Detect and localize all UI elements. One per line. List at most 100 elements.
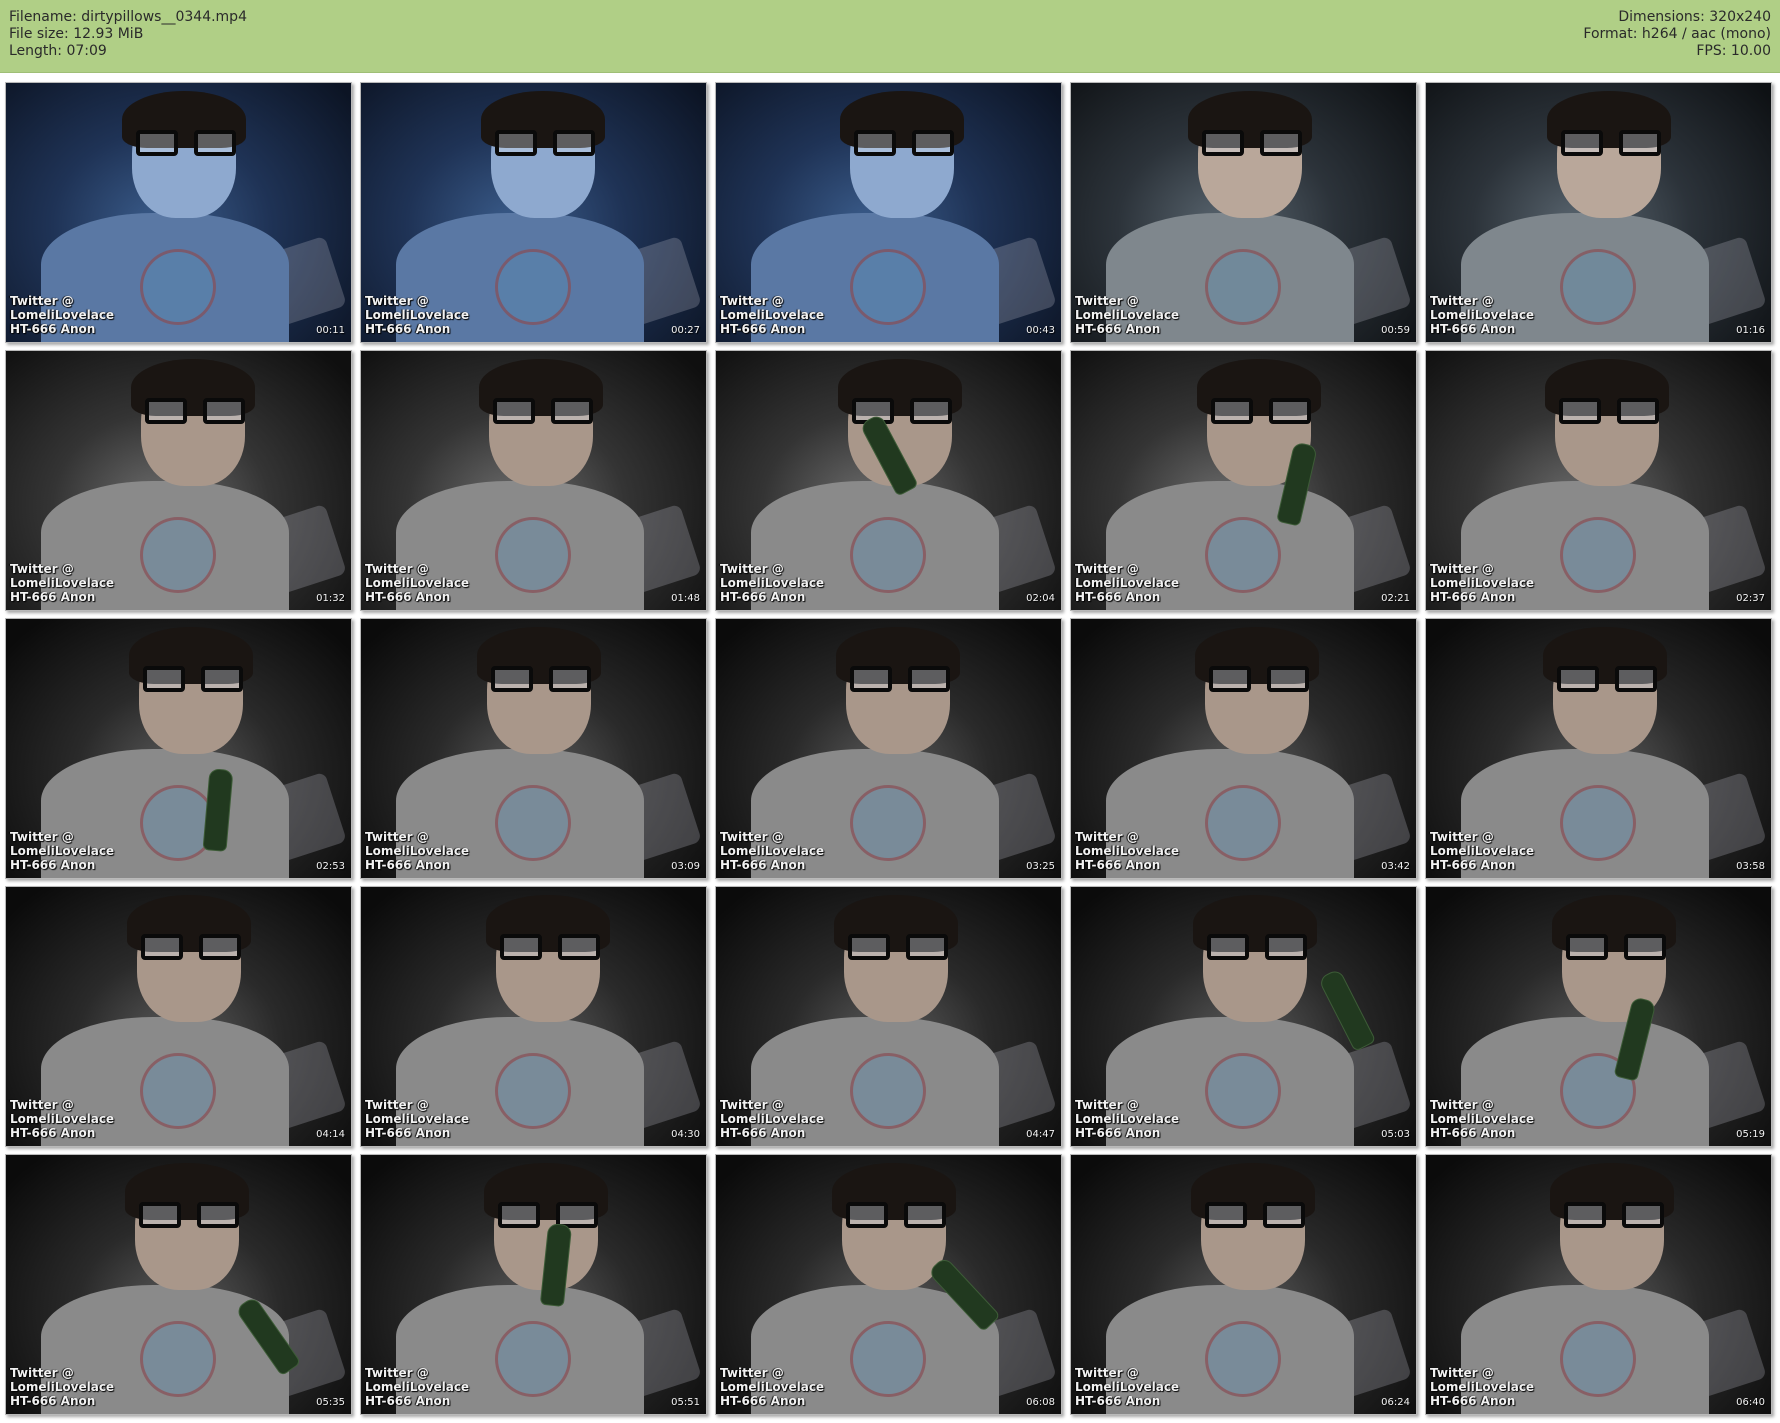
video-thumbnail: Twitter @ LomeliLovelace HT-666 Anon 01:48 (360, 350, 707, 611)
watermark-line-3: HT-666 Anon (10, 322, 96, 336)
glasses-shape (1565, 933, 1666, 960)
watermark-line-3: HT-666 Anon (1430, 590, 1516, 604)
shirt-logo (1559, 1320, 1636, 1397)
shirt-logo (1204, 1052, 1281, 1129)
watermark-line-2: LomeliLovelace (1430, 308, 1535, 322)
watermark-line-1: Twitter @ (1075, 1366, 1139, 1380)
glasses-shape (1560, 129, 1661, 156)
video-thumbnail: Twitter @ LomeliLovelace HT-666 Anon 03:42 (1070, 618, 1417, 879)
shirt-logo (1559, 248, 1636, 325)
timestamp-label: 04:30 (671, 1129, 700, 1140)
watermark-caption: Twitter @ LomeliLovelace HT-666 Anon (1430, 1366, 1534, 1408)
shirt-logo (494, 1320, 571, 1397)
watermark-line-2: LomeliLovelace (1430, 1112, 1535, 1126)
watermark-line-2: LomeliLovelace (365, 1112, 470, 1126)
video-thumbnail: Twitter @ LomeliLovelace HT-666 Anon 02:53 (5, 618, 352, 879)
timestamp-label: 06:08 (1026, 1397, 1055, 1408)
watermark-line-1: Twitter @ (365, 1098, 429, 1112)
watermark-line-2: LomeliLovelace (10, 576, 115, 590)
watermark-line-1: Twitter @ (1075, 830, 1139, 844)
watermark-line-3: HT-666 Anon (720, 322, 806, 336)
watermark-caption: Twitter @ LomeliLovelace HT-666 Anon (10, 294, 114, 336)
video-thumbnail: Twitter @ LomeliLovelace HT-666 Anon 05:35 (5, 1154, 352, 1415)
file-size-label: File size: 12.93 MiB (9, 26, 144, 42)
video-thumbnail: Twitter @ LomeliLovelace HT-666 Anon 06:08 (715, 1154, 1062, 1415)
watermark-line-3: HT-666 Anon (10, 590, 96, 604)
glasses-shape (1204, 1201, 1305, 1228)
shirt-logo (849, 248, 926, 325)
timestamp-label: 05:03 (1381, 1129, 1410, 1140)
watermark-caption: Twitter @ LomeliLovelace HT-666 Anon (720, 1098, 824, 1140)
watermark-caption: Twitter @ LomeliLovelace HT-666 Anon (720, 562, 824, 604)
glasses-shape (499, 933, 600, 960)
timestamp-label: 03:42 (1381, 861, 1410, 872)
video-thumbnail: Twitter @ LomeliLovelace HT-666 Anon 01:32 (5, 350, 352, 611)
watermark-line-3: HT-666 Anon (365, 858, 451, 872)
watermark-line-3: HT-666 Anon (10, 1394, 96, 1408)
timestamp-label: 03:09 (671, 861, 700, 872)
watermark-line-3: HT-666 Anon (365, 322, 451, 336)
glasses-shape (853, 129, 954, 156)
watermark-line-3: HT-666 Anon (1075, 858, 1161, 872)
thumbnail-grid: Twitter @ LomeliLovelace HT-666 Anon 00:11 T… (0, 73, 1780, 1423)
watermark-line-2: LomeliLovelace (365, 308, 470, 322)
watermark-line-1: Twitter @ (365, 562, 429, 576)
watermark-line-2: LomeliLovelace (1075, 576, 1180, 590)
file-info-left: Filename: dirtypillows__0344.mp4 File si… (9, 9, 247, 60)
watermark-line-1: Twitter @ (365, 1366, 429, 1380)
watermark-caption: Twitter @ LomeliLovelace HT-666 Anon (1075, 830, 1179, 872)
watermark-line-3: HT-666 Anon (1075, 590, 1161, 604)
watermark-line-1: Twitter @ (720, 294, 784, 308)
watermark-line-3: HT-666 Anon (720, 1126, 806, 1140)
watermark-line-1: Twitter @ (720, 830, 784, 844)
video-thumbnail: Twitter @ LomeliLovelace HT-666 Anon 04:14 (5, 886, 352, 1147)
glasses-shape (142, 665, 243, 692)
watermark-line-2: LomeliLovelace (1075, 1112, 1180, 1126)
watermark-line-1: Twitter @ (720, 1366, 784, 1380)
format-label: Format: h264 / aac (mono) (1583, 26, 1771, 42)
shirt-logo (1204, 248, 1281, 325)
glasses-shape (492, 397, 593, 424)
video-thumbnail: Twitter @ LomeliLovelace HT-666 Anon 05:19 (1425, 886, 1772, 1147)
timestamp-label: 01:32 (316, 593, 345, 604)
timestamp-label: 00:59 (1381, 325, 1410, 336)
watermark-caption: Twitter @ LomeliLovelace HT-666 Anon (1430, 562, 1534, 604)
glasses-shape (1210, 397, 1311, 424)
watermark-line-1: Twitter @ (720, 562, 784, 576)
watermark-line-1: Twitter @ (1430, 294, 1494, 308)
shirt-logo (139, 248, 216, 325)
shirt-logo (139, 1052, 216, 1129)
watermark-caption: Twitter @ LomeliLovelace HT-666 Anon (365, 830, 469, 872)
timestamp-label: 04:14 (316, 1129, 345, 1140)
timestamp-label: 02:37 (1736, 593, 1765, 604)
glasses-shape (135, 129, 236, 156)
glasses-shape (1206, 933, 1307, 960)
watermark-line-3: HT-666 Anon (720, 858, 806, 872)
video-thumbnail: Twitter @ LomeliLovelace HT-666 Anon 00:27 (360, 82, 707, 343)
glasses-shape (490, 665, 591, 692)
watermark-caption: Twitter @ LomeliLovelace HT-666 Anon (720, 830, 824, 872)
glasses-shape (497, 1201, 598, 1228)
watermark-line-3: HT-666 Anon (720, 1394, 806, 1408)
watermark-caption: Twitter @ LomeliLovelace HT-666 Anon (365, 1098, 469, 1140)
timestamp-label: 01:16 (1736, 325, 1765, 336)
timestamp-label: 00:27 (671, 325, 700, 336)
glasses-shape (140, 933, 241, 960)
video-thumbnail: Twitter @ LomeliLovelace HT-666 Anon 01:16 (1425, 82, 1772, 343)
video-thumbnail: Twitter @ LomeliLovelace HT-666 Anon 06:24 (1070, 1154, 1417, 1415)
timestamp-label: 06:40 (1736, 1397, 1765, 1408)
watermark-line-2: LomeliLovelace (10, 308, 115, 322)
glasses-shape (144, 397, 245, 424)
watermark-line-1: Twitter @ (1430, 1366, 1494, 1380)
watermark-line-3: HT-666 Anon (1430, 1126, 1516, 1140)
watermark-line-2: LomeliLovelace (1430, 576, 1535, 590)
video-thumbnail: Twitter @ LomeliLovelace HT-666 Anon 00:11 (5, 82, 352, 343)
video-thumbnail: Twitter @ LomeliLovelace HT-666 Anon 00:59 (1070, 82, 1417, 343)
shirt-logo (1204, 1320, 1281, 1397)
glasses-shape (1201, 129, 1302, 156)
length-label: Length: 07:09 (9, 43, 107, 59)
watermark-line-1: Twitter @ (1075, 562, 1139, 576)
watermark-line-3: HT-666 Anon (1075, 322, 1161, 336)
glasses-shape (1208, 665, 1309, 692)
watermark-line-3: HT-666 Anon (1430, 1394, 1516, 1408)
